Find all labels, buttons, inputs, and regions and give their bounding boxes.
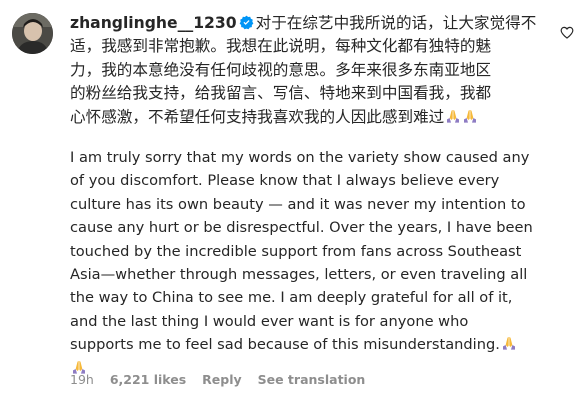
zh-line-5: 心怀感激，不希望任何支持我喜欢我的人因此感到难过 [70,107,445,126]
folded-hands-icon [464,109,477,123]
en-line-6: Asia—whether through messages, letters, … [70,266,528,284]
en-line-4: cause any hurt or be disrespectful. Over… [70,219,533,237]
en-line-9: supports me to feel sad because of this … [70,336,500,354]
avatar-image [12,13,53,54]
en-line-2: of you discomfort. Please know that I al… [70,172,500,190]
zh-line-3: 力，我的本意绝没有任何歧视的意思。多年来很多东南亚地区 [70,60,492,79]
zh-line-4: 的粉丝给我支持，给我留言、写信、特地来到中国看我，我都 [70,84,492,103]
folded-hands-icon [502,337,515,350]
likes-count[interactable]: 6,221 likes [110,372,186,387]
comment-actions: 19h 6,221 likes Reply See translation [70,372,377,387]
comment-text-english: I am truly sorry that my words on the va… [70,146,558,380]
comment: zhanglinghe__1230 对于在综艺中我所说的话，让大家觉得不适，我感到… [0,0,583,403]
zh-line-1: 对于在综艺中我所说的话，让大家觉得不 [255,14,537,32]
en-line-5: touched by the incredible support from f… [70,242,522,260]
en-line-1: I am truly sorry that my words on the va… [70,149,530,167]
comment-text-chinese: zhanglinghe__1230 对于在综艺中我所说的话，让大家觉得不适，我感到… [70,12,558,129]
comment-body: zhanglinghe__1230 对于在综艺中我所说的话，让大家觉得不适，我感到… [70,12,558,380]
see-translation-button[interactable]: See translation [258,372,366,387]
zh-line-2: 适，我感到非常抱歉。我想在此说明，每种文化都有独特的魅 [70,37,492,56]
en-line-7: the way to China to see me. I am deeply … [70,289,513,307]
username-link[interactable]: zhanglinghe__1230 [70,14,237,32]
reply-button[interactable]: Reply [202,372,241,387]
comment-timestamp[interactable]: 19h [70,372,94,387]
en-line-8: and the last thing I would ever want is … [70,312,469,330]
avatar[interactable] [12,13,53,54]
folded-hands-icon [447,109,460,123]
verified-badge-icon [239,15,253,30]
en-line-3: culture has its own beauty — and it was … [70,195,526,213]
heart-icon[interactable] [560,26,574,39]
